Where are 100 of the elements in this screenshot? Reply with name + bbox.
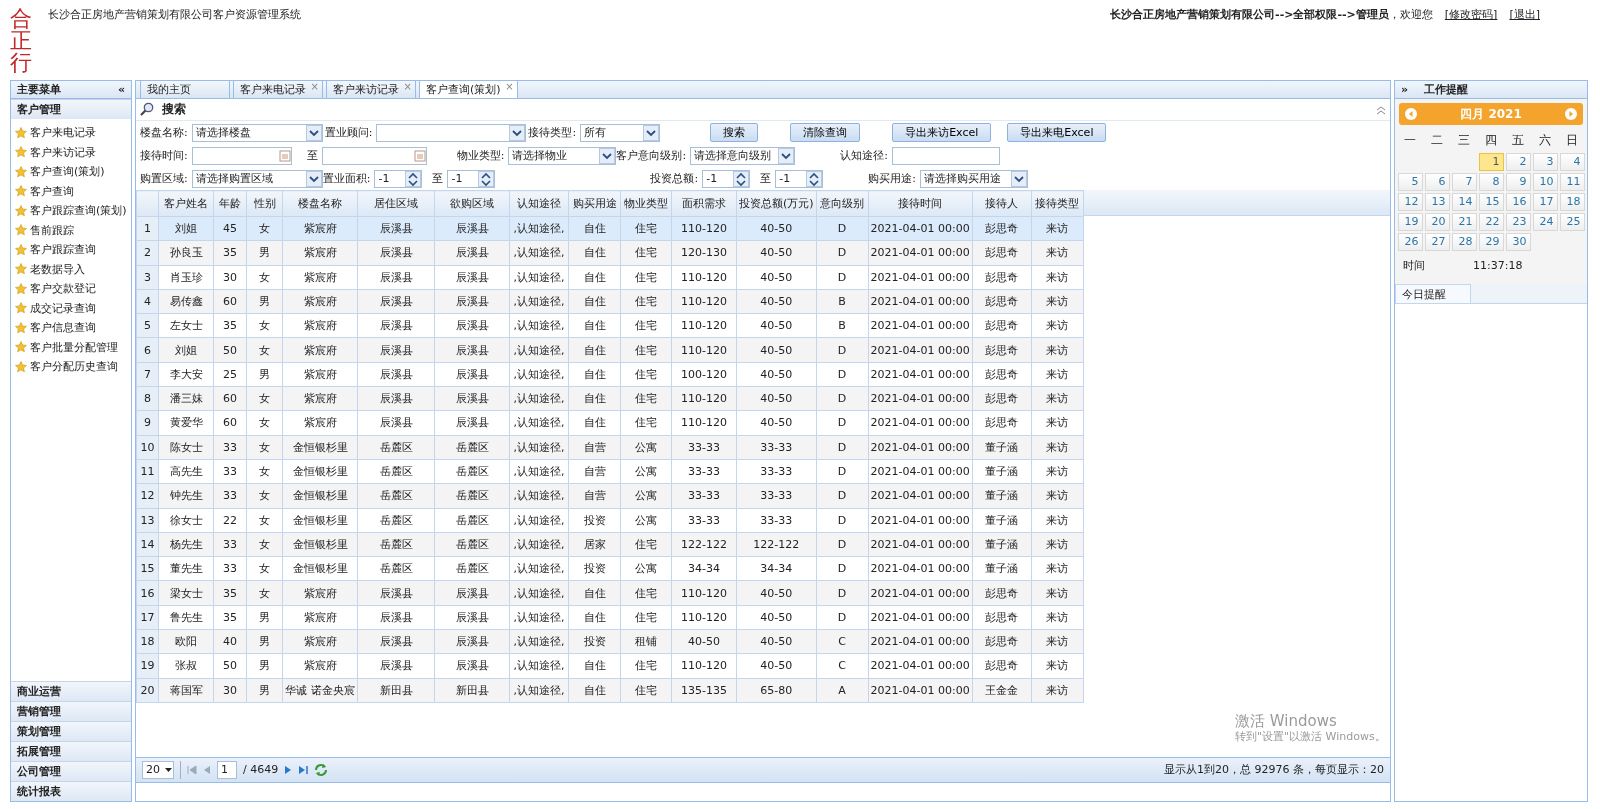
number-field[interactable]: -1 xyxy=(374,169,423,188)
last-page-icon[interactable] xyxy=(298,765,309,775)
number-field[interactable]: -1 xyxy=(775,169,824,188)
action-button[interactable]: 搜索 xyxy=(710,123,759,142)
refresh-icon[interactable] xyxy=(314,763,329,777)
calendar-day[interactable]: 4 xyxy=(1559,153,1585,171)
calendar-day[interactable]: 12 xyxy=(1397,193,1423,211)
calendar-day[interactable]: 15 xyxy=(1478,193,1504,211)
calendar-day[interactable]: 23 xyxy=(1505,213,1531,231)
menu-item[interactable]: 客户来电记录 xyxy=(11,123,131,143)
tab[interactable]: 客户来访记录 × xyxy=(326,80,416,98)
menu-item[interactable]: 客户跟踪查询 xyxy=(11,240,131,260)
expand-toggle[interactable]: » xyxy=(1401,82,1409,97)
star-icon xyxy=(15,282,27,295)
select-field[interactable]: 请选择物业 xyxy=(508,146,617,165)
accordion-header[interactable]: 拓展管理 xyxy=(11,741,131,761)
select-field[interactable]: 请选择意向级别 xyxy=(690,146,796,165)
table-cell: D xyxy=(816,265,869,290)
page-input[interactable]: 1 xyxy=(217,761,237,779)
calendar-day[interactable]: 14 xyxy=(1451,193,1477,211)
tab[interactable]: 客户来电记录 × xyxy=(233,80,323,98)
number-field[interactable]: -1 xyxy=(447,169,496,188)
previous-month-icon[interactable] xyxy=(1405,108,1417,120)
collapse-icon[interactable] xyxy=(1376,104,1386,115)
row-number: 4 xyxy=(136,289,159,314)
header-link[interactable]: [修改密码] xyxy=(1444,8,1498,80)
select-field[interactable]: 请选择购买用途 xyxy=(919,169,1028,188)
calendar-day[interactable]: 28 xyxy=(1451,233,1477,251)
select-field[interactable] xyxy=(376,123,527,142)
calendar-day[interactable]: 29 xyxy=(1478,233,1504,251)
next-month-icon[interactable] xyxy=(1565,108,1577,120)
header-link[interactable]: [退出] xyxy=(1509,8,1540,80)
calendar-day[interactable]: 13 xyxy=(1424,193,1450,211)
calendar-day[interactable]: 1 xyxy=(1478,153,1504,171)
first-page-icon[interactable] xyxy=(187,765,197,775)
next-page-icon[interactable] xyxy=(284,765,293,775)
menu-item[interactable]: 成交记录查询 xyxy=(11,298,131,318)
menu-item[interactable]: 老数据导入 xyxy=(11,259,131,279)
action-button[interactable]: 导出来电Excel xyxy=(1007,123,1107,142)
table-cell: 辰溪县 xyxy=(357,605,435,630)
accordion-header[interactable]: 策划管理 xyxy=(11,721,131,741)
number-field[interactable]: -1 xyxy=(702,169,751,188)
table-cell: 2021-04-01 00:00 xyxy=(868,313,973,338)
calendar-day[interactable]: 26 xyxy=(1397,233,1423,251)
table-cell: 22 xyxy=(213,508,247,533)
menu-item[interactable]: 客户交款登记 xyxy=(11,279,131,299)
select-field[interactable]: 所有 xyxy=(580,123,661,142)
menu-item[interactable]: 客户查询(策划) xyxy=(11,162,131,182)
accordion-header[interactable]: 客户管理 xyxy=(11,99,131,119)
table-cell: 女 xyxy=(246,410,283,436)
action-button[interactable]: 导出来访Excel xyxy=(892,123,992,142)
calendar-day[interactable]: 11 xyxy=(1559,173,1585,191)
weekday-label: 四 xyxy=(1484,132,1498,149)
menu-item[interactable]: 客户分配历史查询 xyxy=(11,357,131,377)
calendar-day[interactable]: 16 xyxy=(1505,193,1531,211)
accordion-header[interactable]: 商业运营 xyxy=(11,681,131,701)
calendar-day[interactable]: 20 xyxy=(1424,213,1450,231)
calendar-day[interactable]: 9 xyxy=(1505,173,1531,191)
accordion-header[interactable]: 统计报表 xyxy=(11,781,131,801)
table-cell: 紫宸府 xyxy=(282,653,358,679)
calendar-day[interactable]: 18 xyxy=(1559,193,1585,211)
input-field[interactable] xyxy=(891,146,1000,165)
menu-item[interactable]: 售前跟踪 xyxy=(11,220,131,240)
collapse-toggle[interactable]: « xyxy=(117,82,125,97)
calendar-day[interactable]: 10 xyxy=(1532,173,1558,191)
calendar-day[interactable]: 8 xyxy=(1478,173,1504,191)
menu-item[interactable]: 客户跟踪查询(策划) xyxy=(11,201,131,221)
date-field[interactable] xyxy=(321,146,427,165)
calendar-day[interactable]: 25 xyxy=(1559,213,1585,231)
page-size-select[interactable]: 20 xyxy=(142,761,174,779)
calendar-day[interactable]: 2 xyxy=(1505,153,1531,171)
star-icon xyxy=(15,126,27,139)
menu-item[interactable]: 客户查询 xyxy=(11,181,131,201)
calendar-day[interactable]: 7 xyxy=(1451,173,1477,191)
accordion-header[interactable]: 营销管理 xyxy=(11,701,131,721)
action-button[interactable]: 清除查询 xyxy=(790,123,861,142)
tab[interactable]: 客户查询(策划) × xyxy=(419,80,518,98)
calendar-day[interactable]: 27 xyxy=(1424,233,1450,251)
tab[interactable]: 我的主页 xyxy=(140,80,230,98)
select-field[interactable]: 请选择楼盘 xyxy=(191,123,323,142)
menu-item[interactable]: 客户信息查询 xyxy=(11,318,131,338)
calendar-day[interactable]: 24 xyxy=(1532,213,1558,231)
date-field[interactable] xyxy=(191,146,292,165)
close-icon[interactable]: × xyxy=(505,81,514,93)
calendar-day[interactable]: 22 xyxy=(1478,213,1504,231)
calendar-day[interactable]: 21 xyxy=(1451,213,1477,231)
calendar-day[interactable]: 3 xyxy=(1532,153,1558,171)
table-cell: 自住 xyxy=(568,265,621,290)
menu-item[interactable]: 客户来访记录 xyxy=(11,142,131,162)
tab[interactable]: 今日提醒 xyxy=(1395,284,1471,304)
accordion-header[interactable]: 公司管理 xyxy=(11,761,131,781)
calendar-day[interactable]: 30 xyxy=(1505,233,1531,251)
calendar-day[interactable]: 19 xyxy=(1397,213,1423,231)
calendar-day[interactable]: 17 xyxy=(1532,193,1558,211)
menu-item[interactable]: 客户批量分配管理 xyxy=(11,337,131,357)
calendar-day[interactable]: 5 xyxy=(1397,173,1423,191)
previous-page-icon[interactable] xyxy=(203,765,211,775)
calendar-day[interactable]: 6 xyxy=(1424,173,1450,191)
table-cell: 来访 xyxy=(1031,556,1084,581)
select-field[interactable]: 请选择购置区域 xyxy=(191,169,323,188)
